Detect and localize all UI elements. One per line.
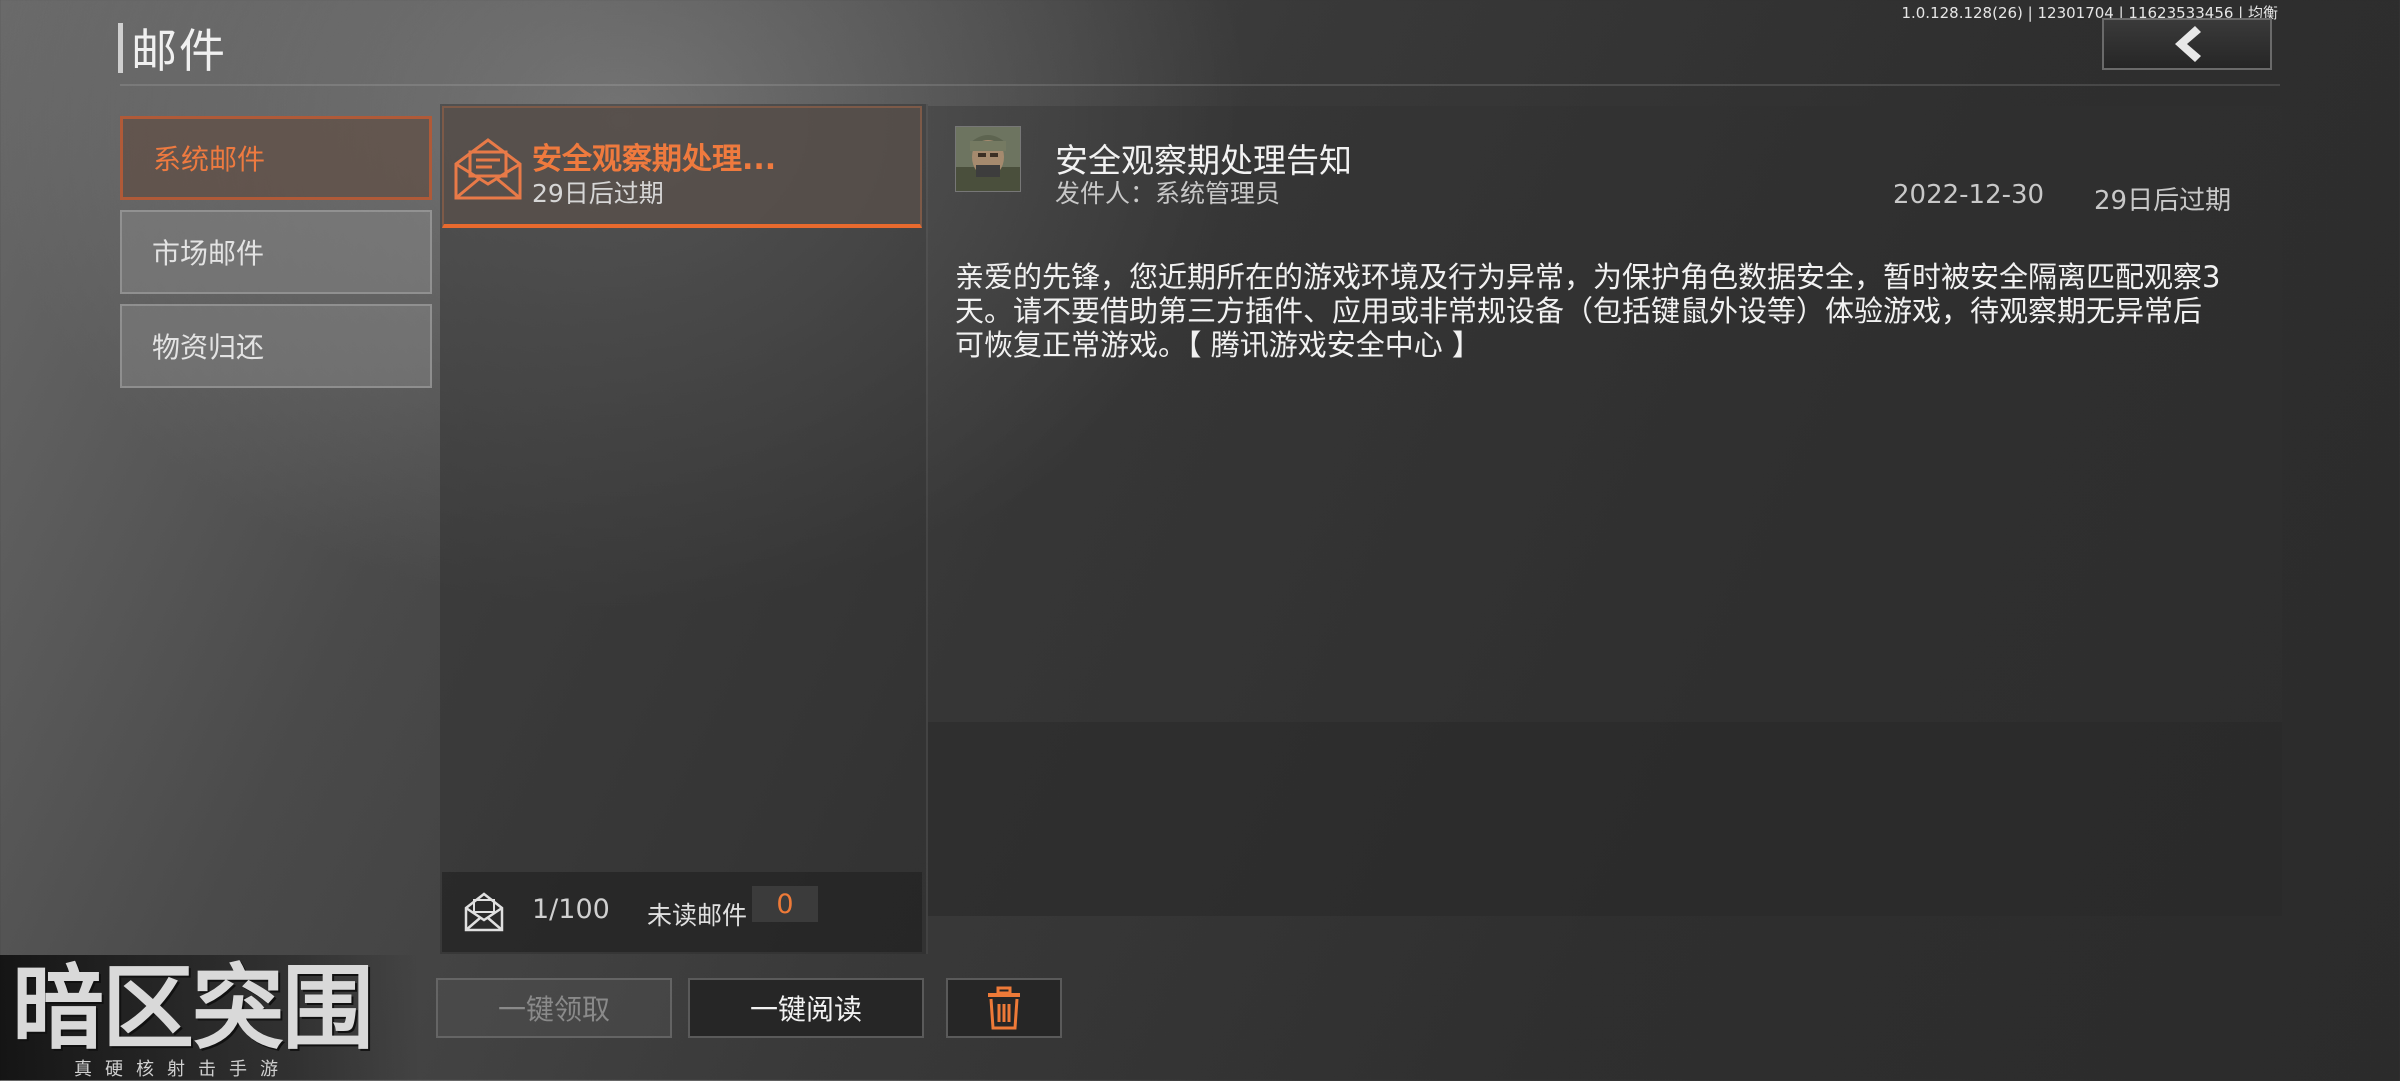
- mail-expiry: 29日后过期: [2094, 186, 2232, 216]
- read-all-button[interactable]: 一键阅读: [688, 978, 924, 1038]
- unread-count-badge: 0: [752, 886, 818, 922]
- tab-label: 市场邮件: [152, 237, 265, 270]
- claim-all-button[interactable]: 一键领取: [436, 978, 672, 1038]
- game-logo-title: 暗区突围: [12, 955, 374, 1062]
- read-all-label: 一键阅读: [749, 993, 862, 1026]
- header-divider: [120, 84, 2280, 86]
- soldier-avatar-icon: [956, 127, 1020, 191]
- mail-list-item[interactable]: 安全观察期处理... 29日后过期: [442, 106, 922, 228]
- mail-count: 1/100: [532, 894, 610, 925]
- mail-body-text: 亲爱的先锋，您近期所在的游戏环境及行为异常，为保护角色数据安全，暂时被安全隔离匹…: [955, 260, 2221, 362]
- mail-attachment-area: [928, 722, 2282, 916]
- title-accent-bar: [118, 23, 123, 73]
- mail-list-footer: 1/100 未读邮件 0: [442, 872, 922, 952]
- mail-item-expiry: 29日后过期: [532, 179, 664, 208]
- back-chevron-icon: [2175, 26, 2201, 62]
- trash-icon: [988, 986, 1020, 1030]
- unread-label: 未读邮件: [647, 901, 748, 930]
- mail-item-title: 安全观察期处理...: [532, 142, 777, 177]
- back-button[interactable]: [2102, 18, 2272, 70]
- tab-label: 系统邮件: [153, 143, 266, 176]
- claim-all-label: 一键领取: [497, 993, 610, 1026]
- page-title-text: 邮件: [131, 24, 227, 78]
- mail-list-panel: [440, 104, 928, 954]
- tab-market-mail[interactable]: 市场邮件: [120, 210, 432, 294]
- mail-sender: 发件人：系统管理员: [1055, 179, 1281, 208]
- mail-date: 2022-12-30: [1893, 180, 2045, 210]
- tab-supply-return[interactable]: 物资归还: [120, 304, 432, 388]
- page-title: 邮件: [118, 22, 227, 78]
- envelope-open-icon: [454, 138, 522, 200]
- sender-avatar: [955, 126, 1021, 192]
- envelope-icon: [464, 892, 504, 932]
- tab-label: 物资归还: [152, 331, 265, 364]
- game-logo: 暗区突围 真硬核射击手游: [0, 955, 420, 1080]
- game-logo-subtitle: 真硬核射击手游: [74, 1059, 291, 1080]
- tab-system-mail[interactable]: 系统邮件: [120, 116, 432, 200]
- delete-button[interactable]: [946, 978, 1062, 1038]
